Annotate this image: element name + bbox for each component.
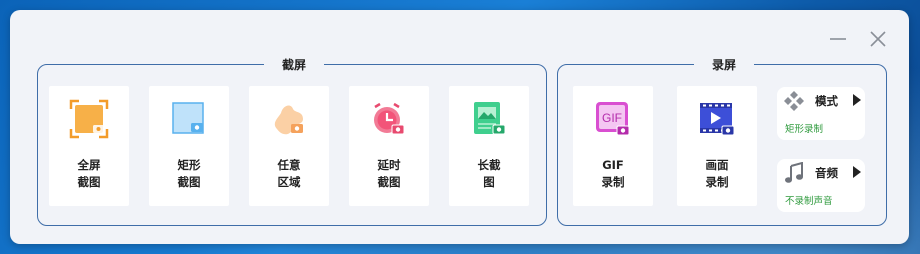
mode-value: 矩形录制 bbox=[785, 124, 824, 135]
close-icon bbox=[870, 31, 886, 47]
mode-selector[interactable]: 模式 矩形录制 bbox=[777, 87, 865, 140]
minimize-icon bbox=[830, 38, 846, 40]
tile-label-line1: 延时 bbox=[377, 158, 401, 172]
tile-label-line2: 截图 bbox=[177, 175, 201, 189]
freeform-capture-button[interactable]: 任意 区域 bbox=[249, 86, 329, 206]
tile-label-line2: 截图 bbox=[377, 175, 401, 189]
tile-label-line1: 任意 bbox=[277, 158, 301, 172]
tile-label-line2: 区域 bbox=[277, 175, 301, 189]
video-record-icon bbox=[700, 103, 735, 136]
gif-record-button[interactable]: GIF GIF 录制 bbox=[573, 86, 653, 206]
tile-label-line1: 画面 bbox=[705, 158, 729, 172]
mode-diamond-icon bbox=[784, 91, 804, 111]
video-record-button[interactable]: 画面 录制 bbox=[677, 86, 757, 206]
audio-title: 音频 bbox=[815, 166, 838, 180]
tile-label-line1: 全屏 bbox=[77, 158, 101, 172]
close-button[interactable] bbox=[865, 26, 891, 52]
fullscreen-capture-button[interactable]: 全屏 截图 bbox=[49, 86, 129, 206]
delayed-capture-button[interactable]: 延时 截图 bbox=[349, 86, 429, 206]
music-note-icon bbox=[785, 162, 803, 183]
gif-record-icon: GIF bbox=[596, 102, 630, 136]
mode-arrow-icon bbox=[853, 94, 861, 106]
tile-label-line2: 图 bbox=[483, 175, 495, 189]
tile-label-line1: 长截 bbox=[477, 158, 501, 172]
tile-label-line1: GIF bbox=[602, 158, 624, 172]
fullscreen-capture-icon bbox=[69, 99, 109, 139]
rectangle-capture-icon bbox=[172, 102, 204, 134]
tile-label-line2: 截图 bbox=[77, 175, 101, 189]
tile-label-line2: 录制 bbox=[601, 175, 625, 189]
scrolling-capture-button[interactable]: 长截 图 bbox=[449, 86, 529, 206]
minimize-button[interactable] bbox=[825, 26, 851, 52]
screenshot-group-title: 截屏 bbox=[263, 56, 325, 74]
scrolling-capture-icon bbox=[474, 102, 506, 135]
record-group-title: 录屏 bbox=[693, 56, 755, 74]
tile-label-line2: 录制 bbox=[705, 175, 729, 189]
rectangle-capture-button[interactable]: 矩形 截图 bbox=[149, 86, 229, 206]
audio-selector[interactable]: 音频 不录制声音 bbox=[777, 159, 865, 212]
freeform-capture-icon bbox=[274, 105, 303, 135]
audio-value: 不录制声音 bbox=[785, 196, 833, 207]
audio-arrow-icon bbox=[853, 166, 861, 178]
capture-toolbar-panel: 截屏 全屏 截图 矩形 截图 任意 区域 延时 截图 长截 图 录屏 GIF G… bbox=[10, 10, 909, 244]
tile-label-line1: 矩形 bbox=[177, 158, 201, 172]
delayed-capture-icon bbox=[374, 102, 405, 135]
gif-icon-text: GIF bbox=[602, 111, 622, 125]
mode-title: 模式 bbox=[815, 94, 838, 108]
